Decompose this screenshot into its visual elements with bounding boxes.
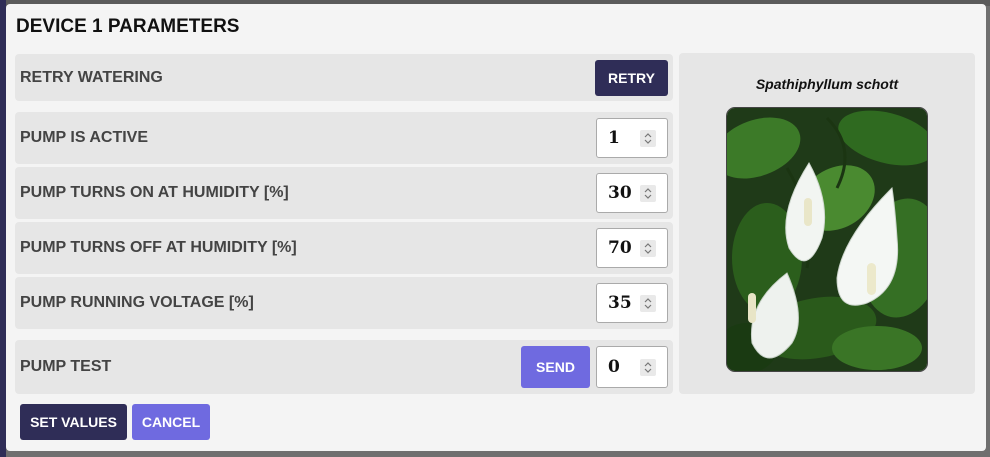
spinner-icon[interactable] <box>640 130 656 147</box>
off-humidity-value: 70 <box>608 238 632 258</box>
on-humidity-label: PUMP TURNS ON AT HUMIDITY [%] <box>20 184 289 201</box>
pump-test-row: PUMP TEST SEND 0 <box>15 340 673 394</box>
pump-test-label: PUMP TEST <box>20 358 112 375</box>
pump-active-label: PUMP IS ACTIVE <box>20 129 149 146</box>
spinner-icon[interactable] <box>640 185 656 202</box>
set-values-button[interactable]: SET VALUES <box>20 404 127 440</box>
retry-watering-label: RETRY WATERING <box>20 68 163 86</box>
on-humidity-input[interactable]: 30 <box>596 173 668 213</box>
modal-title: DEVICE 1 PARAMETERS <box>16 16 240 37</box>
cancel-button[interactable]: CANCEL <box>132 404 210 440</box>
voltage-input[interactable]: 35 <box>596 283 668 323</box>
pump-active-input[interactable]: 1 <box>596 118 668 158</box>
send-button[interactable]: SEND <box>521 346 590 388</box>
plant-panel: Spathiphyllum schott <box>679 53 975 394</box>
off-humidity-label: PUMP TURNS OFF AT HUMIDITY [%] <box>20 239 297 256</box>
retry-button[interactable]: RETRY <box>595 60 668 96</box>
spinner-icon[interactable] <box>640 359 656 376</box>
spinner-icon[interactable] <box>640 240 656 257</box>
pump-test-value: 0 <box>608 357 620 377</box>
voltage-value: 35 <box>608 293 632 313</box>
spinner-icon[interactable] <box>640 295 656 312</box>
voltage-label: PUMP RUNNING VOLTAGE [%] <box>20 294 254 311</box>
on-humidity-row: PUMP TURNS ON AT HUMIDITY [%] 30 <box>15 167 673 219</box>
voltage-row: PUMP RUNNING VOLTAGE [%] 35 <box>15 277 673 329</box>
plant-photo <box>726 107 928 372</box>
off-humidity-input[interactable]: 70 <box>596 228 668 268</box>
pump-test-input[interactable]: 0 <box>596 346 668 388</box>
plant-name: Spathiphyllum schott <box>755 76 899 92</box>
device-parameters-modal: DEVICE 1 PARAMETERS RETRY WATERING RETRY… <box>6 4 986 451</box>
pump-active-value: 1 <box>608 128 620 148</box>
retry-watering-row: RETRY WATERING RETRY <box>15 54 673 101</box>
pump-active-row: PUMP IS ACTIVE 1 <box>15 112 673 164</box>
off-humidity-row: PUMP TURNS OFF AT HUMIDITY [%] 70 <box>15 222 673 274</box>
on-humidity-value: 30 <box>608 183 632 203</box>
